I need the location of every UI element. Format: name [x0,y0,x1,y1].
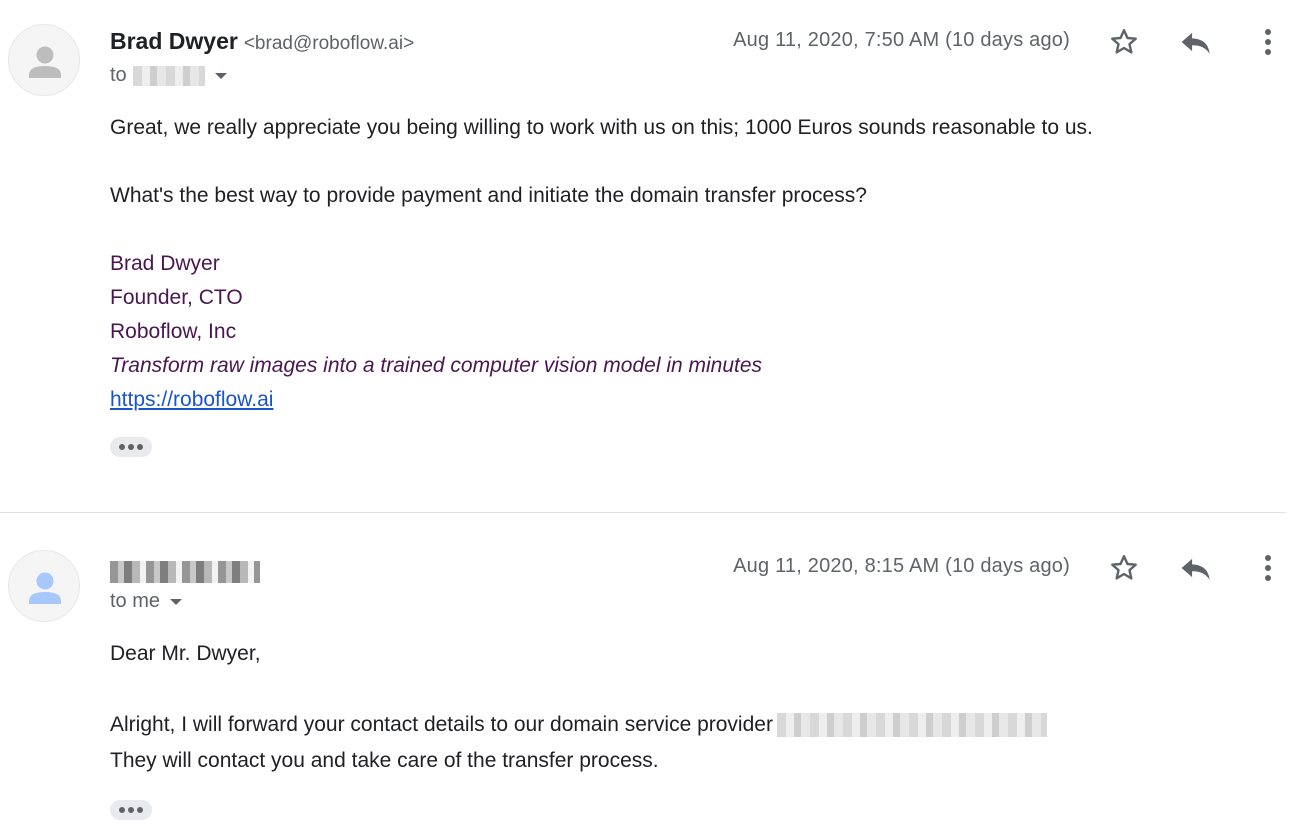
reply-button[interactable] [1176,22,1216,62]
redacted-recipient [132,65,205,86]
redacted-sender-name[interactable] [110,561,260,584]
more-options-button[interactable] [1248,548,1288,588]
more-vert-icon [1265,29,1271,55]
signature-name: Brad Dwyer [110,252,220,275]
reply-button[interactable] [1176,548,1216,588]
star-button[interactable] [1104,22,1144,62]
dot [119,444,125,450]
recipient-line: to me [110,590,183,613]
chevron-down-icon[interactable] [214,72,227,79]
reply-icon [1181,558,1210,580]
sender-email: <brad@roboflow.ai> [243,33,415,54]
redacted-provider [776,713,1047,737]
star-icon [1111,555,1137,580]
sender-line [110,558,260,584]
message-date: Aug 11, 2020, 7:50 AM (10 days ago) [733,29,1070,51]
star-button[interactable] [1104,548,1144,588]
signature-company: Roboflow, Inc [110,320,237,343]
dot [119,807,125,813]
email-message-2: to me Aug 11, 2020, 8:15 AM (10 days ago… [0,514,1306,840]
message-date: Aug 11, 2020, 8:15 AM (10 days ago) [733,555,1070,577]
sender-avatar[interactable] [8,550,80,622]
sender-line: Brad Dwyer <brad@roboflow.ai> [110,28,414,55]
signature-link[interactable]: https://roboflow.ai [110,388,273,411]
body-paragraph: They will contact you and take care of t… [110,749,659,772]
to-label: to me [110,590,161,612]
sender-avatar[interactable] [8,24,80,96]
show-trimmed-content-button[interactable] [110,800,152,820]
sender-name[interactable]: Brad Dwyer [110,28,238,54]
recipient-line: to [110,64,227,87]
star-icon [1111,29,1137,54]
person-icon [29,46,61,78]
body-paragraph-row: Alright, I will forward your contact det… [110,708,1047,742]
message-divider [0,512,1286,513]
dot [128,807,134,813]
body-paragraph: What's the best way to provide payment a… [110,184,867,207]
dot [137,807,143,813]
signature-tagline: Transform raw images into a trained comp… [110,354,763,377]
signature-title: Founder, CTO [110,286,243,309]
body-paragraph: Alright, I will forward your contact det… [110,713,773,736]
body-paragraph: Great, we really appreciate you being wi… [110,116,1093,139]
body-paragraph: Dear Mr. Dwyer, [110,642,261,665]
chevron-down-icon[interactable] [170,598,183,605]
dot [128,444,134,450]
dot [137,444,143,450]
email-message-1: Brad Dwyer <brad@roboflow.ai> to Aug 11, … [0,0,1306,512]
person-icon [29,572,61,604]
more-options-button[interactable] [1248,22,1288,62]
show-trimmed-content-button[interactable] [110,437,152,457]
more-vert-icon [1265,555,1271,581]
to-label: to [110,64,127,86]
reply-icon [1181,32,1210,54]
